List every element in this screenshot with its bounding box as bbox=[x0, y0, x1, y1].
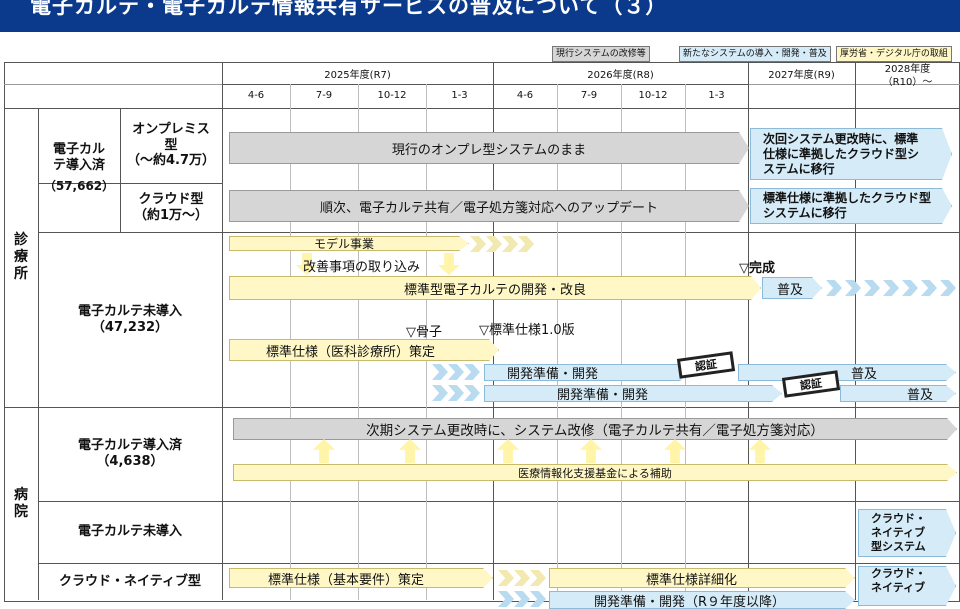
hospital-installed-label: 電子カルテ導入済 （4,638） bbox=[77, 438, 182, 469]
section-hospital: 病 院 bbox=[14, 486, 28, 520]
clinic-ehr-installed-label: 電子カル テ導入済 bbox=[52, 142, 105, 173]
year-2025: 2025年度(R7) bbox=[324, 70, 391, 81]
section-clinic: 診 療 所 bbox=[14, 232, 28, 282]
quarter-label: 4-6 bbox=[516, 90, 534, 101]
quarter-label: 1-3 bbox=[708, 90, 725, 101]
std-spec-basic-text: 標準仕様（基本要件）策定 bbox=[268, 572, 425, 588]
onprem-current-bar: 現行のオンプレ型システムのまま bbox=[229, 132, 749, 164]
spread-3-text: 普及 bbox=[907, 388, 934, 402]
spread-bar: 普及 bbox=[762, 277, 822, 299]
subsidy-bar: 医療情報化支援基金による補助 bbox=[233, 464, 957, 481]
quarter-label: 4-6 bbox=[247, 90, 265, 101]
cloud-native-system-text: クラウド・ ネイティブ 型システム bbox=[871, 512, 926, 553]
std-ehr-dev-bar: 標準型電子カルテの開発・改良 bbox=[229, 276, 761, 300]
spread-text: 普及 bbox=[777, 282, 804, 298]
std-spec-clinic-bar: 標準仕様（医科診療所）策定 bbox=[229, 339, 499, 361]
std-spec-clinic-text: 標準仕様（医科診療所）策定 bbox=[266, 344, 436, 360]
cloud-native-2-text: クラウド・ ネイティブ bbox=[871, 567, 926, 594]
page-title: 電子カルテ・電子カルテ情報共有サービスの普及について（３） bbox=[30, 0, 668, 18]
model-project-bar: モデル事業 bbox=[229, 236, 469, 251]
title-bar: 電子カルテ・電子カルテ情報共有サービスの普及について（３） bbox=[0, 0, 960, 32]
improvements-label: 改善事項の取り込み bbox=[303, 260, 421, 275]
quarter-label: 10-12 bbox=[377, 90, 407, 101]
col-divider bbox=[222, 62, 223, 600]
model-project-text: モデル事業 bbox=[314, 237, 375, 251]
legend-yellow: 厚労省・デジタル庁の取組 bbox=[836, 46, 952, 62]
clinic-ehr-installed-count: （57,662） bbox=[43, 178, 115, 193]
year-2026: 2026年度(R8) bbox=[587, 70, 654, 81]
cloud-update-text: 順次、電子カルテ共有／電子処方箋対応へのアップデート bbox=[319, 200, 658, 216]
bone-marker: ▽骨子 bbox=[406, 325, 442, 340]
quarter-label: 7-9 bbox=[580, 90, 598, 101]
quarter-label: 7-9 bbox=[315, 90, 333, 101]
onprem-next-text: 次回システム更改時に、標準 仕様に準拠したクラウド型シ ステムに移行 bbox=[763, 131, 920, 176]
col-divider bbox=[748, 62, 749, 600]
onpremise-label: オンプレミス 型 （～約4.7万） bbox=[126, 122, 216, 169]
subsidy-text: 医療情報化支援基金による補助 bbox=[518, 466, 672, 480]
std-ehr-dev-text: 標準型電子カルテの開発・改良 bbox=[403, 282, 586, 298]
quarter-label: 1-3 bbox=[451, 90, 468, 101]
onprem-next-bar: 次回システム更改時に、標準 仕様に準拠したクラウド型シ ステムに移行 bbox=[750, 128, 952, 180]
cloud-next-bar: 標準仕様に準拠したクラウド型 システムに移行 bbox=[750, 188, 952, 224]
year-2028: 2028年度 （R10）～ bbox=[882, 64, 933, 88]
cloud-native-system-bar: クラウド・ ネイティブ 型システム bbox=[858, 509, 956, 557]
cloud-update-bar: 順次、電子カルテ共有／電子処方箋対応へのアップデート bbox=[229, 190, 749, 222]
legend-blue: 新たなシステムの導入・開発・普及 bbox=[679, 46, 831, 62]
clinic-not-installed-label: 電子カルテ未導入 （47,232） bbox=[77, 303, 182, 335]
spread-2-text: 普及 bbox=[851, 367, 878, 381]
spread-2-bar: 普及 bbox=[738, 364, 956, 381]
onprem-current-text: 現行のオンプレ型システムのまま bbox=[391, 142, 587, 158]
legend-gray: 現行システムの改修等 bbox=[552, 46, 650, 62]
spread-3-bar: 普及 bbox=[840, 385, 956, 402]
completion-marker: ▽完成 bbox=[739, 261, 775, 276]
quarter-label: 10-12 bbox=[638, 90, 668, 101]
dev-prep-2-text: 開発準備・開発 bbox=[557, 388, 649, 402]
dev-prep-2-bar: 開発準備・開発 bbox=[484, 385, 782, 402]
std-spec-basic-bar: 標準仕様（基本要件）策定 bbox=[229, 568, 493, 588]
cloud-native-label: クラウド・ネイティブ型 bbox=[59, 573, 201, 589]
cloud-label: クラウド型 （約1万～） bbox=[133, 191, 209, 223]
dev-prep-3-bar: 開発準備・開発（R９年度以降） bbox=[549, 591, 855, 609]
std-spec-detail-text: 標準仕様詳細化 bbox=[646, 572, 738, 588]
std-spec-detail-bar: 標準仕様詳細化 bbox=[549, 568, 855, 588]
dev-prep-1-bar: 開発準備・開発 bbox=[484, 364, 690, 381]
year-2027: 2027年度(R9) bbox=[768, 70, 835, 81]
row-divider bbox=[222, 84, 748, 85]
std-spec-1-marker: ▽標準仕様1.0版 bbox=[479, 323, 575, 338]
dev-prep-1-text: 開発準備・開発 bbox=[507, 367, 599, 381]
hospital-update-text: 次期システム更改時に、システム改修（電子カルテ共有／電子処方箋対応） bbox=[366, 423, 824, 439]
cloud-native-2-bar: クラウド・ ネイティブ bbox=[858, 566, 956, 606]
hospital-not-installed-label: 電子カルテ未導入 bbox=[77, 524, 182, 540]
hospital-update-bar: 次期システム更改時に、システム改修（電子カルテ共有／電子処方箋対応） bbox=[233, 418, 957, 440]
dev-prep-3-text: 開発準備・開発（R９年度以降） bbox=[594, 594, 786, 609]
cloud-next-text: 標準仕様に準拠したクラウド型 システムに移行 bbox=[763, 191, 932, 220]
